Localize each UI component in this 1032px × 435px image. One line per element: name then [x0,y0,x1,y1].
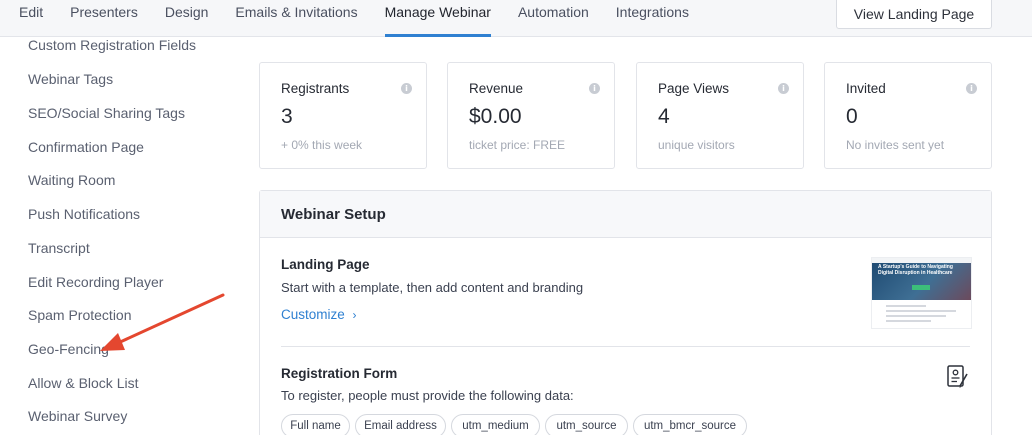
tab-presenters[interactable]: Presenters [70,0,138,37]
sidebar-item-webinar-survey[interactable]: Webinar Survey [28,408,127,424]
field-chip-email-address: Email address [355,414,446,435]
stat-subtext: No invites sent yet [846,138,945,152]
sidebar-item-confirmation-page[interactable]: Confirmation Page [28,139,144,155]
sidebar-item-spam-protection[interactable]: Spam Protection [28,307,132,323]
stat-card-invited: Invited i 0 No invites sent yet [824,62,992,169]
stat-label: Registrants [281,81,350,96]
top-nav: Edit Presenters Design Emails & Invitati… [0,0,1032,37]
field-chip-full-name: Full name [281,414,350,435]
field-chip-utm-medium: utm_medium [451,414,540,435]
field-chip-utm-bmcr-source: utm_bmcr_source [633,414,747,435]
tab-design[interactable]: Design [165,0,209,37]
customize-label: Customize [281,307,345,322]
landing-page-thumbnail[interactable]: A Startup's Guide to Navigating Digital … [871,257,972,329]
webinar-setup-panel: Webinar Setup Landing Page Start with a … [259,190,992,435]
landing-page-title: Landing Page [281,257,370,272]
thumbnail-title: A Startup's Guide to Navigating Digital … [878,264,953,276]
stat-card-registrants: Registrants i 3 + 0% this week [259,62,427,169]
chevron-right-icon: › [352,308,357,322]
landing-page-description: Start with a template, then add content … [281,280,584,295]
sidebar-item-seo-social-sharing-tags[interactable]: SEO/Social Sharing Tags [28,105,185,121]
stat-value: 4 [658,105,670,128]
stat-label: Revenue [469,81,524,96]
stat-subtext: + 0% this week [281,138,363,152]
info-icon[interactable]: i [401,83,412,94]
sidebar-item-allow-block-list[interactable]: Allow & Block List [28,375,138,391]
registration-form-description: To register, people must provide the fol… [281,388,574,403]
thumbnail-line [886,305,926,307]
sidebar: Custom Registration Fields Webinar Tags … [0,37,240,435]
webinar-setup-title: Webinar Setup [281,206,386,223]
stat-subtext: ticket price: FREE [469,138,566,152]
field-chip-utm-source: utm_source [545,414,628,435]
stat-card-revenue: Revenue i $0.00 ticket price: FREE [447,62,615,169]
sidebar-item-geo-fencing[interactable]: Geo-Fencing [28,341,109,357]
tab-bar: Edit Presenters Design Emails & Invitati… [19,0,716,37]
stat-value: $0.00 [469,105,522,128]
tab-automation[interactable]: Automation [518,0,589,37]
stat-label: Page Views [658,81,730,96]
webinar-setup-header: Webinar Setup [260,191,991,238]
customize-link[interactable]: Customize › [281,307,357,322]
main-content: Registrants i 3 + 0% this week Revenue i… [240,37,1032,435]
thumbnail-line [886,310,956,312]
sidebar-item-custom-registration-fields[interactable]: Custom Registration Fields [28,37,196,53]
sidebar-item-webinar-tags[interactable]: Webinar Tags [28,71,113,87]
thumbnail-line [886,320,931,322]
sidebar-item-transcript[interactable]: Transcript [28,240,90,256]
tab-emails-invitations[interactable]: Emails & Invitations [235,0,357,37]
sidebar-item-waiting-room[interactable]: Waiting Room [28,172,115,188]
stat-subtext: unique visitors [658,138,735,152]
sidebar-item-push-notifications[interactable]: Push Notifications [28,206,140,222]
tab-edit[interactable]: Edit [19,0,43,37]
info-icon[interactable]: i [589,83,600,94]
sidebar-item-edit-recording-player[interactable]: Edit Recording Player [28,274,163,290]
stat-card-page-views: Page Views i 4 unique visitors [636,62,804,169]
thumbnail-button [912,285,930,290]
view-landing-page-button[interactable]: View Landing Page [836,0,992,29]
tab-manage-webinar[interactable]: Manage Webinar [384,0,492,37]
thumbnail-line [886,315,946,317]
stat-label: Invited [846,81,886,96]
registration-form-title: Registration Form [281,366,398,381]
registration-form-icon[interactable] [947,365,969,389]
tab-integrations[interactable]: Integrations [616,0,689,37]
info-icon[interactable]: i [966,83,977,94]
info-icon[interactable]: i [778,83,789,94]
stat-value: 3 [281,105,293,128]
section-divider [281,346,970,347]
stat-value: 0 [846,105,858,128]
